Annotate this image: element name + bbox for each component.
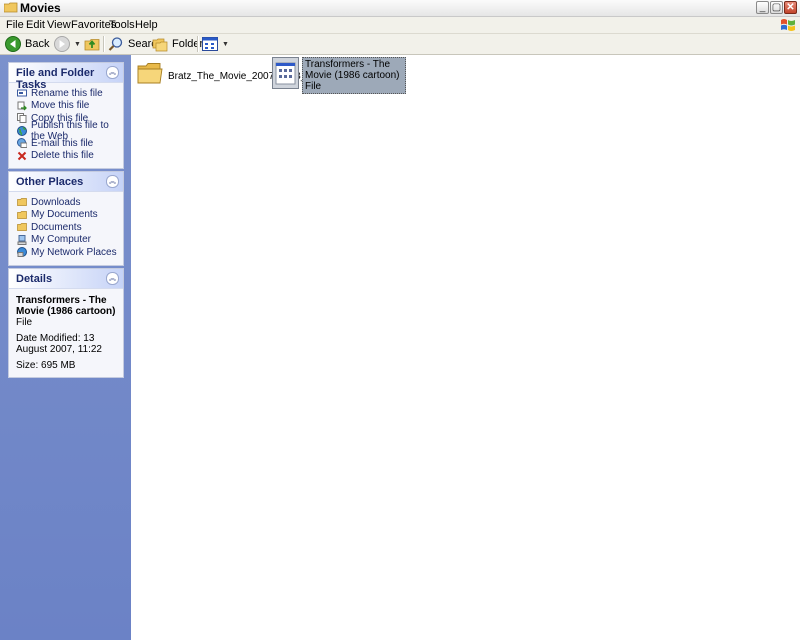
panel-header[interactable]: Other Places ︽ <box>9 172 123 192</box>
views-icon <box>202 37 218 51</box>
folders-button[interactable]: Folders <box>152 35 209 53</box>
up-folder-button[interactable] <box>84 35 101 53</box>
menu-view[interactable]: View <box>47 18 71 32</box>
task-move[interactable]: Move this file <box>9 100 123 113</box>
task-label: Move this file <box>31 100 90 112</box>
search-icon <box>108 37 123 51</box>
collapse-icon[interactable]: ︽ <box>106 66 119 79</box>
minimize-button[interactable]: _ <box>756 1 769 14</box>
place-my-documents[interactable]: My Documents <box>9 209 123 222</box>
file-type: File <box>305 81 322 92</box>
folder-icon <box>17 223 27 232</box>
task-rename[interactable]: Rename this file <box>9 87 123 100</box>
folder-icon <box>137 63 163 84</box>
place-my-computer[interactable]: My Computer <box>9 234 123 247</box>
panel-header[interactable]: Details ︽ <box>9 269 123 289</box>
place-my-network[interactable]: My Network Places <box>9 246 123 259</box>
views-button[interactable]: ▼ <box>202 35 229 53</box>
menu-file[interactable]: File <box>6 18 24 32</box>
collapse-icon[interactable]: ︽ <box>106 272 119 285</box>
back-button[interactable]: Back ▼ <box>5 35 60 53</box>
details-file-name: Transformers - The Movie (1986 cartoon) <box>16 295 116 317</box>
folder-icon <box>17 198 27 207</box>
task-pane: File and Folder Tasks ︽ Rename this file… <box>0 55 131 640</box>
details-panel: Details ︽ Transformers - The Movie (1986… <box>8 268 124 378</box>
collapse-icon[interactable]: ︽ <box>106 175 119 188</box>
network-icon <box>17 247 27 258</box>
toolbar-separator <box>197 36 199 52</box>
title-bar[interactable]: Movies _ ▢ ✕ <box>0 0 800 17</box>
delete-icon <box>17 151 27 160</box>
task-label: Rename this file <box>31 87 103 99</box>
place-label: Documents <box>31 221 82 233</box>
details-date-modified: Date Modified: 13 August 2007, 11:22 <box>16 333 102 355</box>
forward-arrow-icon <box>54 36 70 52</box>
close-button[interactable]: ✕ <box>784 1 797 14</box>
other-places-panel: Other Places ︽ Downloads My Documents Do… <box>8 171 124 266</box>
task-publish[interactable]: Publish this file to the Web <box>9 120 123 142</box>
menu-edit[interactable]: Edit <box>26 18 45 32</box>
file-name: Transformers - The Movie (1986 cartoon) <box>305 59 400 81</box>
panel-title: Other Places <box>16 176 84 188</box>
computer-icon <box>17 234 27 245</box>
back-label: Back <box>25 38 50 50</box>
task-delete[interactable]: Delete this file <box>9 150 123 163</box>
generic-file-icon <box>272 57 299 89</box>
folder-up-icon <box>84 39 100 51</box>
copy-icon <box>17 113 27 124</box>
place-label: My Network Places <box>31 246 117 258</box>
task-label: Delete this file <box>31 150 94 162</box>
place-label: My Documents <box>31 209 98 221</box>
forward-button[interactable]: ▼ <box>54 35 81 53</box>
folder-icon <box>17 210 27 219</box>
place-downloads[interactable]: Downloads <box>9 196 123 209</box>
task-email[interactable]: E-mail this file <box>9 137 123 150</box>
place-documents[interactable]: Documents <box>9 221 123 234</box>
back-arrow-icon <box>5 36 21 52</box>
window-title: Movies <box>20 1 61 15</box>
folders-icon <box>152 38 168 52</box>
toolbar-separator <box>103 36 105 52</box>
file-folder-tasks-panel: File and Folder Tasks ︽ Rename this file… <box>8 62 124 169</box>
task-label: E-mail this file <box>31 137 94 149</box>
windows-logo-icon <box>781 19 795 31</box>
panel-title: Details <box>16 273 53 285</box>
place-label: Downloads <box>31 196 81 208</box>
toolbar: Back ▼ ▼ Search Folders <box>0 34 800 55</box>
details-size: Size: 695 MB <box>16 360 76 371</box>
place-label: My Computer <box>31 234 92 246</box>
move-icon <box>17 101 27 111</box>
email-icon <box>17 138 27 149</box>
details-file-type: File <box>16 317 33 328</box>
file-item-selected[interactable]: Transformers - The Movie (1986 cartoon) … <box>272 57 406 94</box>
menu-bar: File Edit View Favorites Tools Help <box>0 17 800 34</box>
menu-help[interactable]: Help <box>135 18 158 32</box>
maximize-button[interactable]: ▢ <box>770 1 783 14</box>
chevron-down-icon: ▼ <box>74 40 81 48</box>
panel-header[interactable]: File and Folder Tasks ︽ <box>9 63 123 91</box>
chevron-down-icon: ▼ <box>222 40 229 48</box>
rename-icon <box>17 89 27 97</box>
folder-icon <box>4 2 18 13</box>
globe-icon <box>17 125 27 136</box>
selection-highlight: Transformers - The Movie (1986 cartoon) … <box>302 57 406 94</box>
menu-tools[interactable]: Tools <box>109 18 135 32</box>
file-list-view[interactable]: Bratz_The_Movie_2007_VOB_... Transformer… <box>131 55 800 640</box>
